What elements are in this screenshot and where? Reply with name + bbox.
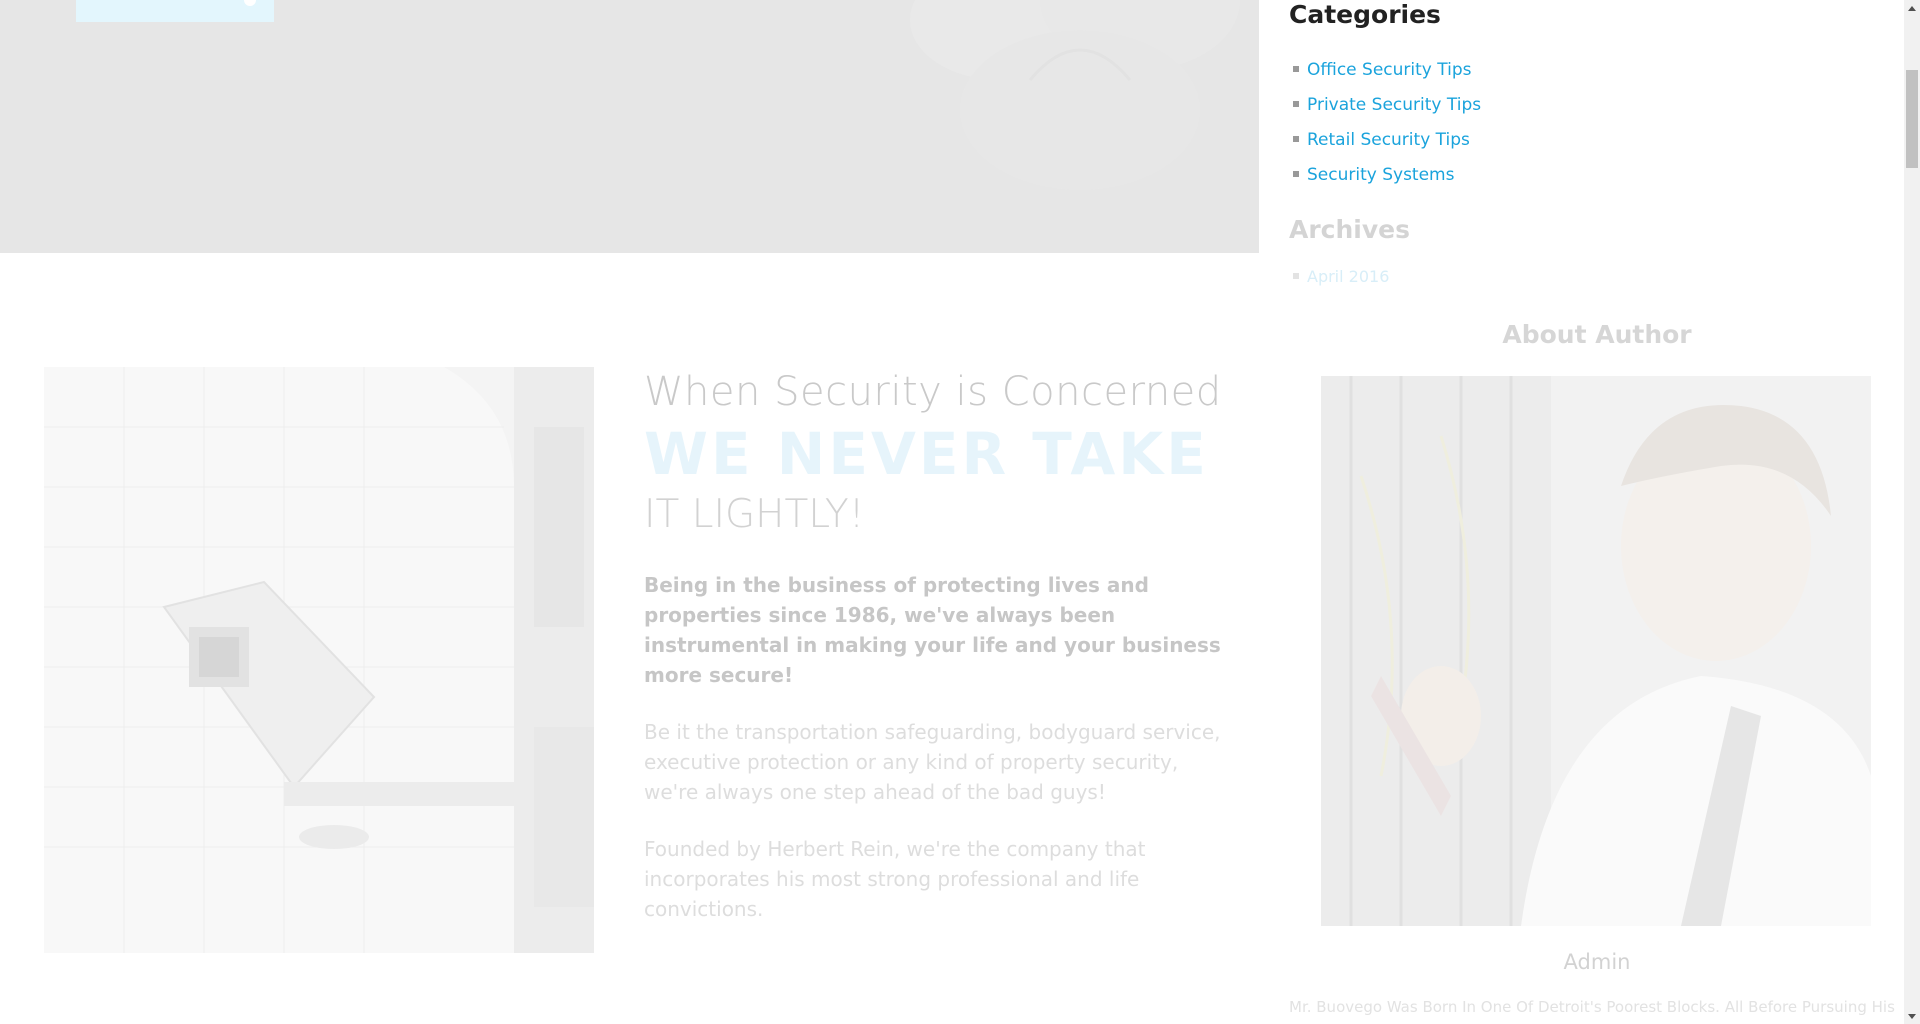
categories-title: Categories bbox=[1289, 0, 1441, 29]
bullet-icon bbox=[1293, 65, 1299, 72]
hero-banner bbox=[0, 0, 1259, 253]
category-link[interactable]: Retail Security Tips bbox=[1307, 130, 1470, 150]
section-heading-line2: WE NEVER TAKE bbox=[644, 420, 1209, 488]
author-photo bbox=[1321, 376, 1871, 926]
categories-list: Office Security Tips Private Security Ti… bbox=[1293, 52, 1481, 192]
bullet-icon bbox=[1293, 272, 1299, 279]
category-item: Security Systems bbox=[1293, 157, 1481, 192]
hero-button[interactable] bbox=[76, 0, 274, 22]
archive-link[interactable]: April 2016 bbox=[1307, 267, 1389, 286]
scroll-up-icon[interactable] bbox=[1904, 0, 1920, 16]
bullet-icon bbox=[1293, 170, 1299, 177]
archives-list: April 2016 bbox=[1293, 267, 1389, 286]
author-bio: Mr. Buovego Was Born In One Of Detroit's… bbox=[1289, 998, 1895, 1016]
sidebar: Categories Office Security Tips Private … bbox=[1259, 0, 1904, 1024]
scrollbar-thumb[interactable] bbox=[1906, 70, 1918, 168]
category-item: Retail Security Tips bbox=[1293, 122, 1481, 157]
category-link[interactable]: Private Security Tips bbox=[1307, 95, 1481, 115]
archives-title: Archives bbox=[1289, 215, 1410, 244]
hero-button-icon bbox=[244, 0, 256, 6]
page: When Security is Concerned WE NEVER TAKE… bbox=[0, 0, 1920, 1024]
page-scrollbar[interactable] bbox=[1904, 0, 1920, 1024]
bullet-icon bbox=[1293, 135, 1299, 142]
security-camera-image bbox=[44, 367, 594, 953]
about-company-section: When Security is Concerned WE NEVER TAKE… bbox=[644, 362, 1224, 924]
category-item: Private Security Tips bbox=[1293, 87, 1481, 122]
body-paragraph: Founded by Herbert Rein, we're the compa… bbox=[644, 837, 1146, 921]
section-heading-line1: When Security is Concerned bbox=[644, 369, 1222, 415]
category-item: Office Security Tips bbox=[1293, 52, 1481, 87]
scroll-down-icon[interactable] bbox=[1904, 1008, 1920, 1024]
archive-item: April 2016 bbox=[1293, 267, 1389, 286]
category-link[interactable]: Office Security Tips bbox=[1307, 60, 1471, 80]
category-link[interactable]: Security Systems bbox=[1307, 165, 1454, 185]
flower-image bbox=[910, 0, 1240, 190]
author-name: Admin bbox=[1563, 950, 1631, 974]
bullet-icon bbox=[1293, 100, 1299, 107]
body-paragraph: Be it the transportation safeguarding, b… bbox=[644, 720, 1221, 804]
section-heading-line3: IT LIGHTLY! bbox=[644, 492, 865, 537]
about-author-title: About Author bbox=[1502, 320, 1692, 349]
lead-paragraph: Being in the business of protecting live… bbox=[644, 573, 1221, 687]
